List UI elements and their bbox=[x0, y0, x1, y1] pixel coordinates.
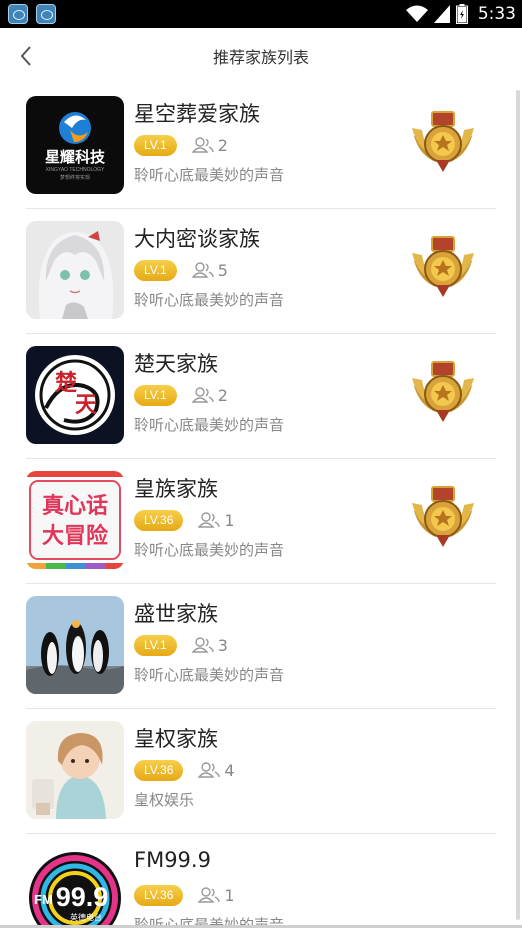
avatar-text: XINGYAO TECHNOLOGY bbox=[46, 167, 105, 173]
members-icon bbox=[191, 387, 214, 403]
members-icon bbox=[191, 637, 214, 653]
family-row[interactable]: 盛世家族 LV.1 3 聆听心底最美妙的声音 bbox=[26, 584, 496, 709]
scrollbar[interactable] bbox=[516, 90, 520, 920]
member-count: 3 bbox=[191, 635, 228, 655]
medal-icon bbox=[412, 236, 474, 297]
member-count-value: 1 bbox=[224, 510, 235, 530]
family-row[interactable]: 皇权家族 LV.36 4 皇权娱乐 bbox=[26, 709, 496, 834]
avatar-text: 梦想终将实现 bbox=[60, 174, 90, 181]
member-count-value: 5 bbox=[217, 260, 228, 280]
member-count: 2 bbox=[191, 135, 228, 155]
family-list: 星耀科技 XINGYAO TECHNOLOGY 梦想终将实现 星空葬爱家族 LV… bbox=[26, 84, 496, 928]
members-icon bbox=[198, 512, 221, 528]
family-name: FM99.9 bbox=[134, 848, 211, 872]
member-count: 4 bbox=[198, 760, 235, 780]
level-badge: LV.1 bbox=[134, 259, 177, 281]
family-meta: LV.1 2 bbox=[134, 134, 228, 156]
app-icon bbox=[36, 4, 56, 24]
signal-icon bbox=[433, 5, 450, 23]
family-description: 聆听心底最美妙的声音 bbox=[134, 541, 285, 559]
avatar-text: 天 bbox=[75, 393, 98, 418]
wifi-icon bbox=[405, 5, 428, 22]
level-badge: LV.36 bbox=[134, 509, 184, 531]
member-count-value: 2 bbox=[217, 135, 228, 155]
avatar-text: 楚 bbox=[55, 371, 77, 396]
family-description: 聆听心底最美妙的声音 bbox=[134, 166, 285, 184]
avatar-text: 星耀科技 bbox=[45, 148, 106, 166]
medal-icon bbox=[412, 111, 474, 172]
members-icon bbox=[198, 887, 221, 903]
nav-bar: 推荐家族列表 bbox=[0, 28, 522, 84]
avatar-text: FM bbox=[34, 892, 53, 907]
family-name: 盛世家族 bbox=[134, 602, 218, 626]
medal-icon bbox=[412, 361, 474, 422]
family-avatar: FM 99.9 英德电台 bbox=[26, 846, 124, 928]
level-badge: LV.1 bbox=[134, 384, 177, 406]
family-row[interactable]: 楚 天 楚天家族 LV.1 2 聆听心底最美妙的声音 bbox=[26, 334, 496, 459]
member-count-value: 1 bbox=[224, 885, 235, 905]
family-avatar: 真心话 大冒险 bbox=[26, 471, 124, 569]
family-name: 皇族家族 bbox=[134, 477, 218, 501]
level-badge: LV.1 bbox=[134, 634, 177, 656]
family-description: 聆听心底最美妙的声音 bbox=[134, 291, 285, 309]
member-count: 2 bbox=[191, 385, 228, 405]
status-time: 5:33 bbox=[477, 4, 516, 24]
family-description: 聆听心底最美妙的声音 bbox=[134, 666, 285, 684]
family-row[interactable]: FM 99.9 英德电台 FM99.9 LV.36 1 聆听心底最美妙的声音 bbox=[26, 834, 496, 928]
family-description: 皇权娱乐 bbox=[134, 791, 195, 809]
app-icon bbox=[8, 4, 28, 24]
family-meta: LV.1 2 bbox=[134, 384, 228, 406]
member-count: 5 bbox=[191, 260, 228, 280]
member-count-value: 3 bbox=[217, 635, 228, 655]
member-count-value: 4 bbox=[224, 760, 235, 780]
family-meta: LV.36 1 bbox=[134, 884, 235, 906]
avatar-text: 真心话 bbox=[42, 493, 108, 519]
family-name: 楚天家族 bbox=[134, 352, 218, 376]
family-name: 星空葬爱家族 bbox=[134, 102, 260, 126]
members-icon bbox=[191, 137, 214, 153]
level-badge: LV.1 bbox=[134, 134, 177, 156]
family-name: 皇权家族 bbox=[134, 727, 218, 751]
family-avatar bbox=[26, 221, 124, 319]
family-row[interactable]: 大内密谈家族 LV.1 5 聆听心底最美妙的声音 bbox=[26, 209, 496, 334]
family-meta: LV.1 5 bbox=[134, 259, 228, 281]
battery-icon bbox=[455, 4, 468, 24]
avatar-text: 英德电台 bbox=[70, 912, 102, 922]
page-title: 推荐家族列表 bbox=[212, 48, 309, 67]
medal-icon bbox=[412, 486, 474, 547]
level-badge: LV.36 bbox=[134, 884, 184, 906]
member-count: 1 bbox=[198, 510, 235, 530]
family-row[interactable]: 真心话 大冒险 皇族家族 LV.36 1 聆听心底最美妙的声音 bbox=[26, 459, 496, 584]
level-badge: LV.36 bbox=[134, 759, 184, 781]
family-meta: LV.1 3 bbox=[134, 634, 228, 656]
family-meta: LV.36 4 bbox=[134, 759, 235, 781]
avatar-text: 大冒险 bbox=[42, 523, 109, 549]
member-count-value: 2 bbox=[217, 385, 228, 405]
family-row[interactable]: 星耀科技 XINGYAO TECHNOLOGY 梦想终将实现 星空葬爱家族 LV… bbox=[26, 84, 496, 209]
family-avatar bbox=[26, 596, 124, 694]
members-icon bbox=[191, 262, 214, 278]
members-icon bbox=[198, 762, 221, 778]
family-avatar bbox=[26, 721, 124, 819]
family-avatar: 楚 天 bbox=[26, 346, 124, 444]
family-name: 大内密谈家族 bbox=[134, 227, 260, 251]
member-count: 1 bbox=[198, 885, 235, 905]
family-avatar: 星耀科技 XINGYAO TECHNOLOGY 梦想终将实现 bbox=[26, 96, 124, 194]
family-description: 聆听心底最美妙的声音 bbox=[134, 416, 285, 434]
avatar-text: 99.9 bbox=[56, 882, 109, 912]
status-bar: 5:33 bbox=[0, 0, 522, 28]
family-meta: LV.36 1 bbox=[134, 509, 235, 531]
